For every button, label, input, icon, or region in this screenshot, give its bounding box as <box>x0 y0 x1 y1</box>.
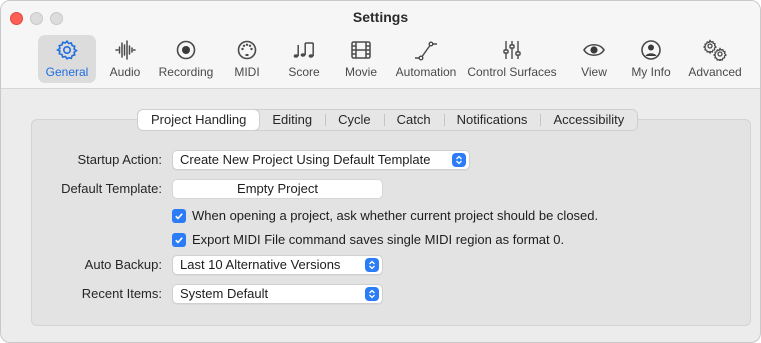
toolbar-label: Movie <box>344 65 377 79</box>
default-template-field[interactable]: Empty Project <box>172 179 383 199</box>
title-bar: Settings General Audio Recording MIDI Sc… <box>1 1 760 89</box>
toolbar-label: Automation <box>395 65 457 79</box>
tab-editing[interactable]: Editing <box>259 110 325 130</box>
tab-catch[interactable]: Catch <box>383 110 444 130</box>
settings-tab-bar: Project Handling Editing Cycle Catch Not… <box>137 109 639 131</box>
startup-action-value: Create New Project Using Default Templat… <box>180 152 431 167</box>
startup-action-label: Startup Action: <box>77 152 162 167</box>
midi-format-checkbox[interactable] <box>172 232 186 247</box>
gears-icon <box>702 35 728 61</box>
gear-icon <box>56 35 78 61</box>
midi-format-checkbox-label: Export MIDI File command saves single MI… <box>192 232 565 247</box>
auto-backup-popup[interactable]: Last 10 Alternative Versions <box>172 255 383 275</box>
toolbar-item-my-info[interactable]: My Info <box>625 35 677 83</box>
toolbar-label: General <box>45 65 89 79</box>
automation-curve-icon <box>413 35 439 61</box>
auto-backup-value: Last 10 Alternative Versions <box>180 257 341 272</box>
record-icon <box>175 35 197 61</box>
toolbar-label: View <box>581 65 607 79</box>
film-icon <box>350 35 372 61</box>
settings-window: Settings General Audio Recording MIDI Sc… <box>0 0 761 343</box>
toolbar-item-advanced[interactable]: Advanced <box>685 35 745 83</box>
tab-project-handling[interactable]: Project Handling <box>138 110 260 130</box>
chevron-up-down-icon <box>365 258 379 272</box>
recent-items-label: Recent Items: <box>81 286 162 301</box>
toolbar-item-score[interactable]: Score <box>284 35 324 83</box>
toolbar-item-view[interactable]: View <box>576 35 612 83</box>
waveform-icon <box>114 35 136 61</box>
toolbar-label: Advanced <box>688 65 742 79</box>
toolbar-item-automation[interactable]: Automation <box>394 35 458 83</box>
tab-accessibility[interactable]: Accessibility <box>540 110 637 130</box>
window-title: Settings <box>352 9 409 25</box>
toolbar-item-movie[interactable]: Movie <box>341 35 381 83</box>
tab-cycle[interactable]: Cycle <box>325 110 384 130</box>
toolbar-label: MIDI <box>234 65 260 79</box>
toolbar-label: My Info <box>631 65 671 79</box>
close-project-checkbox[interactable] <box>172 208 186 223</box>
recent-items-value: System Default <box>180 286 269 301</box>
music-notes-icon <box>292 35 316 61</box>
toolbar-label: Audio <box>109 65 141 79</box>
toolbar-label: Score <box>288 65 320 79</box>
chevron-up-down-icon <box>452 153 466 167</box>
toolbar-label: Recording <box>158 65 214 79</box>
default-template-label: Default Template: <box>61 181 162 196</box>
chevron-up-down-icon <box>365 287 379 301</box>
close-project-checkbox-label: When opening a project, ask whether curr… <box>192 208 599 223</box>
settings-toolbar: General Audio Recording MIDI Score Movie… <box>1 35 760 85</box>
eye-icon <box>582 35 606 61</box>
toolbar-item-general[interactable]: General <box>38 35 96 83</box>
tab-notifications[interactable]: Notifications <box>443 110 541 130</box>
toolbar-label: Control Surfaces <box>467 65 557 79</box>
recent-items-popup[interactable]: System Default <box>172 284 383 304</box>
close-project-checkbox-row[interactable]: When opening a project, ask whether curr… <box>172 208 598 223</box>
toolbar-item-audio[interactable]: Audio <box>102 35 148 83</box>
toolbar-item-recording[interactable]: Recording <box>155 35 217 83</box>
toolbar-item-midi[interactable]: MIDI <box>228 35 266 83</box>
toolbar-item-control-surfaces[interactable]: Control Surfaces <box>466 35 558 83</box>
auto-backup-label: Auto Backup: <box>84 257 162 272</box>
startup-action-popup[interactable]: Create New Project Using Default Templat… <box>172 150 470 170</box>
midi-port-icon <box>236 35 258 61</box>
midi-format-checkbox-row[interactable]: Export MIDI File command saves single MI… <box>172 232 564 247</box>
person-icon <box>640 35 662 61</box>
faders-icon <box>501 35 523 61</box>
